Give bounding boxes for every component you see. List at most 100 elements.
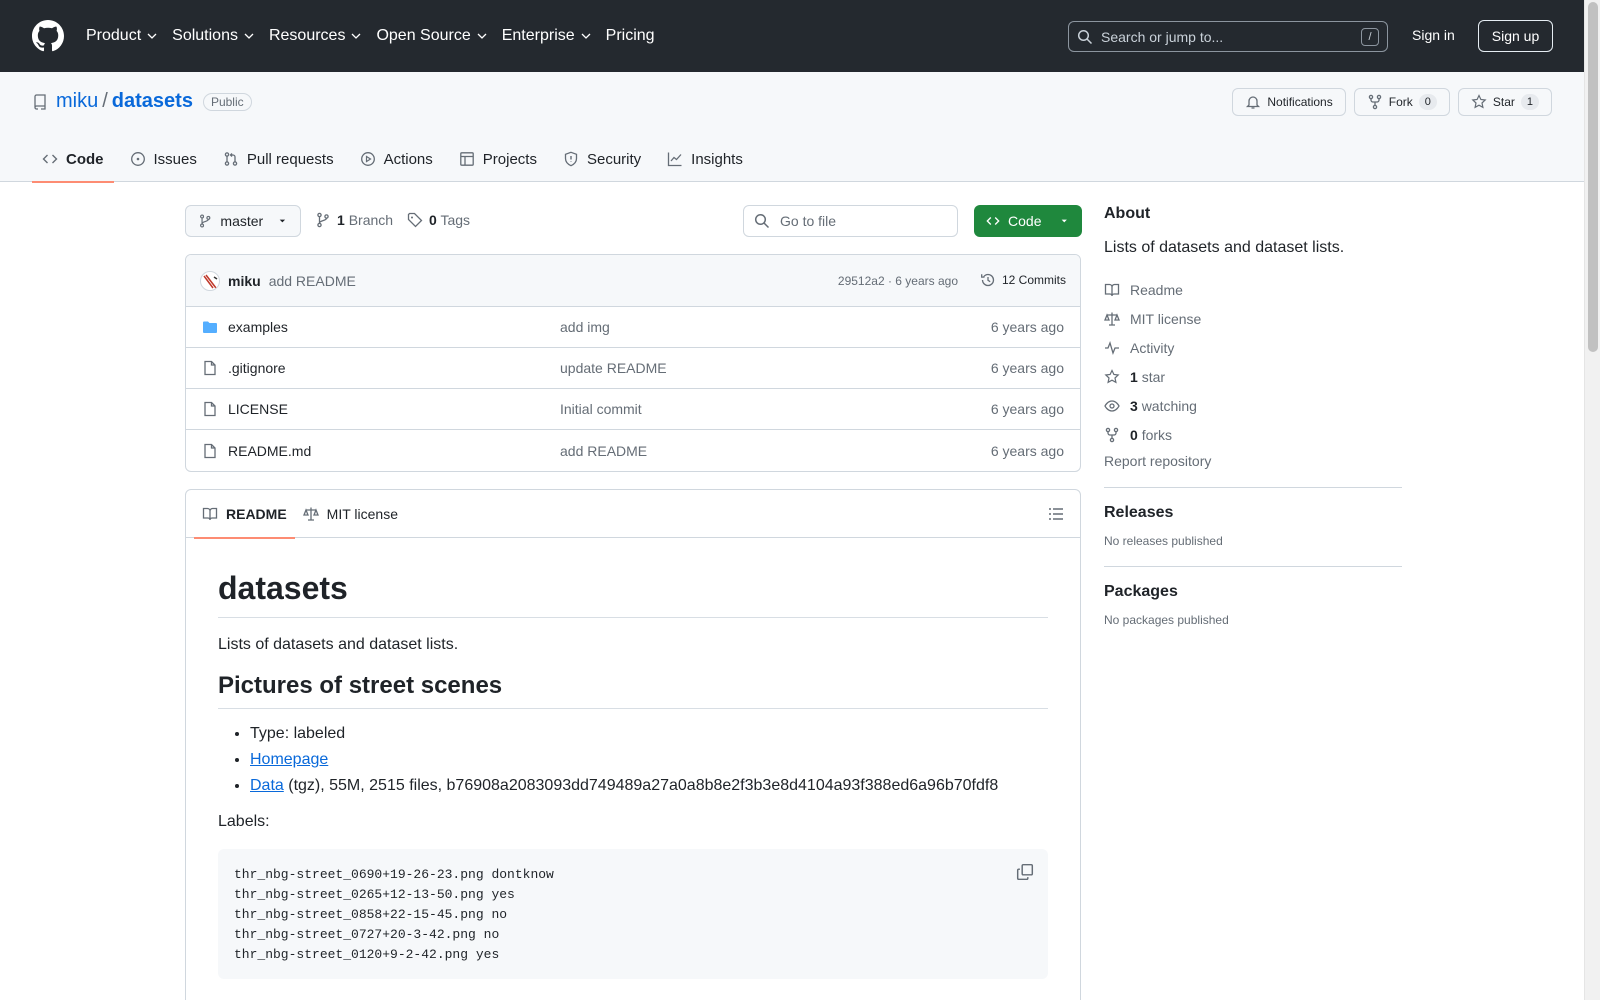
packages-heading[interactable]: Packages xyxy=(1104,583,1402,601)
file-icon xyxy=(204,443,216,458)
nav-open-source[interactable]: Open Source xyxy=(376,27,487,45)
repo-icon xyxy=(34,93,46,110)
scrollbar-thumb[interactable] xyxy=(1588,2,1598,352)
file-commit-link[interactable]: add README xyxy=(560,443,991,459)
file-age: 6 years ago xyxy=(990,442,1064,459)
tab-readme[interactable]: README xyxy=(194,490,295,539)
releases-empty-text: No releases published xyxy=(1104,534,1223,548)
sidebar-readme-link[interactable]: Readme xyxy=(1104,275,1402,304)
tab-license[interactable]: MIT license xyxy=(295,490,406,538)
commits-history-link[interactable]: 12 Commits xyxy=(980,272,1066,288)
about-heading: About xyxy=(1104,205,1151,222)
file-commit-link[interactable]: update README xyxy=(560,360,991,376)
tag-icon xyxy=(407,212,423,228)
commit-hash-time[interactable]: 29512a2 · 6 years ago xyxy=(838,274,958,288)
github-logo-icon[interactable] xyxy=(32,20,64,52)
repository-header: miku / datasets Public Notifications For… xyxy=(0,72,1584,183)
file-row[interactable]: .gitignore update README 6 years ago xyxy=(186,348,1080,389)
file-row[interactable]: README.md add README 6 years ago xyxy=(186,430,1080,471)
tab-pull-requests[interactable]: Pull requests xyxy=(213,136,344,182)
file-row[interactable]: LICENSE Initial commit 6 years ago xyxy=(186,389,1080,430)
commit-author-link[interactable]: miku xyxy=(228,273,261,289)
data-link[interactable]: Data xyxy=(250,777,284,794)
homepage-link[interactable]: Homepage xyxy=(250,751,328,768)
file-commit-link[interactable]: Initial commit xyxy=(560,401,991,417)
pulse-icon xyxy=(1105,340,1119,355)
sign-in-link[interactable]: Sign in xyxy=(1412,27,1455,43)
file-name-link[interactable]: README.md xyxy=(228,443,560,459)
repo-tabs: Code Issues Pull requests Actions Projec… xyxy=(32,136,759,183)
file-age: 6 years ago xyxy=(990,360,1064,376)
repo-separator: / xyxy=(102,90,108,112)
divider xyxy=(1104,487,1402,488)
sidebar-activity-link[interactable]: Activity xyxy=(1104,333,1402,362)
readme-intro: Lists of datasets and dataset lists. xyxy=(218,636,459,653)
file-name-link[interactable]: examples xyxy=(228,319,560,335)
labels-heading: Labels: xyxy=(218,813,270,830)
notifications-button[interactable]: Notifications xyxy=(1232,88,1346,116)
nav-enterprise[interactable]: Enterprise xyxy=(502,27,592,45)
tab-issues[interactable]: Issues xyxy=(120,136,207,182)
tab-code[interactable]: Code xyxy=(32,136,114,183)
star-icon xyxy=(1471,94,1487,109)
section-heading: Pictures of street scenes xyxy=(218,672,1048,709)
branches-link[interactable]: 1 Branch xyxy=(337,212,393,228)
sign-up-button[interactable]: Sign up xyxy=(1478,20,1553,52)
file-row[interactable]: examples add img 6 years ago xyxy=(186,307,1080,348)
sidebar-license-link[interactable]: MIT license xyxy=(1104,304,1402,333)
code-download-button[interactable]: Code xyxy=(974,205,1082,237)
star-icon xyxy=(1104,368,1120,383)
latest-commit-bar: miku add README 29512a2 · 6 years ago 12… xyxy=(186,255,1080,307)
visibility-badge: Public xyxy=(202,92,252,111)
code-line: thr_nbg-street_0690+19-26-23.png dontkno… xyxy=(234,867,554,882)
file-name-link[interactable]: .gitignore xyxy=(228,360,560,376)
readme-panel: README MIT license datasets Lists of dat… xyxy=(185,489,1081,1000)
star-button[interactable]: Star 1 xyxy=(1457,88,1552,116)
fork-count: 0 xyxy=(1418,94,1437,110)
book-icon xyxy=(202,507,218,520)
nav-pricing[interactable]: Pricing xyxy=(606,27,655,45)
nav-product[interactable]: Product xyxy=(86,27,158,45)
chevron-down-icon xyxy=(244,33,254,39)
tags-link[interactable]: 0 Tags xyxy=(429,212,470,228)
sidebar-stars-link[interactable]: 1 star xyxy=(1104,362,1402,391)
nav-solutions[interactable]: Solutions xyxy=(172,27,255,45)
repo-owner-link[interactable]: miku xyxy=(56,90,98,113)
releases-heading[interactable]: Releases xyxy=(1104,504,1402,522)
commit-message-link[interactable]: add README xyxy=(269,273,356,289)
report-repository-link[interactable]: Report repository xyxy=(1104,453,1402,469)
triangle-down-icon xyxy=(279,219,286,223)
file-icon xyxy=(204,401,216,417)
file-name-link[interactable]: LICENSE xyxy=(228,401,560,417)
tab-insights[interactable]: Insights xyxy=(657,136,753,182)
branch-selector[interactable]: master xyxy=(185,205,301,237)
page-scrollbar[interactable] xyxy=(1584,0,1600,1000)
chevron-down-icon xyxy=(351,33,361,39)
main-content: master 1 Branch 0 Tags Go to file Code m… xyxy=(185,205,1082,1000)
file-commit-link[interactable]: add img xyxy=(560,319,991,335)
tab-actions[interactable]: Actions xyxy=(350,136,443,182)
top-navigation: Product Solutions Resources Open Source … xyxy=(86,27,669,45)
global-search-input[interactable]: Search or jump to... / xyxy=(1068,21,1388,52)
search-icon xyxy=(754,213,770,229)
chevron-down-icon xyxy=(477,33,487,39)
sidebar-watchers-link[interactable]: 3 watching xyxy=(1104,391,1402,420)
repo-sidebar: About Lists of datasets and dataset list… xyxy=(1104,205,1402,627)
branch-icon xyxy=(200,214,211,228)
avatar[interactable] xyxy=(200,270,220,291)
fork-icon xyxy=(1105,427,1119,442)
code-line: thr_nbg-street_0727+20-3-42.png no xyxy=(234,927,500,942)
tab-projects[interactable]: Projects xyxy=(449,136,547,182)
go-to-file-input[interactable]: Go to file xyxy=(743,205,958,237)
copy-icon[interactable] xyxy=(1016,863,1034,881)
file-age: 6 years ago xyxy=(990,319,1064,335)
table-of-contents-icon[interactable] xyxy=(1048,506,1064,522)
nav-resources[interactable]: Resources xyxy=(269,27,362,45)
tab-security[interactable]: Security xyxy=(553,136,651,182)
play-icon xyxy=(360,152,375,166)
issue-icon xyxy=(130,152,145,166)
fork-button[interactable]: Fork 0 xyxy=(1353,88,1450,116)
repo-name-link[interactable]: datasets xyxy=(112,90,193,113)
folder-icon xyxy=(203,321,217,333)
sidebar-forks-link[interactable]: 0 forks xyxy=(1104,420,1402,449)
